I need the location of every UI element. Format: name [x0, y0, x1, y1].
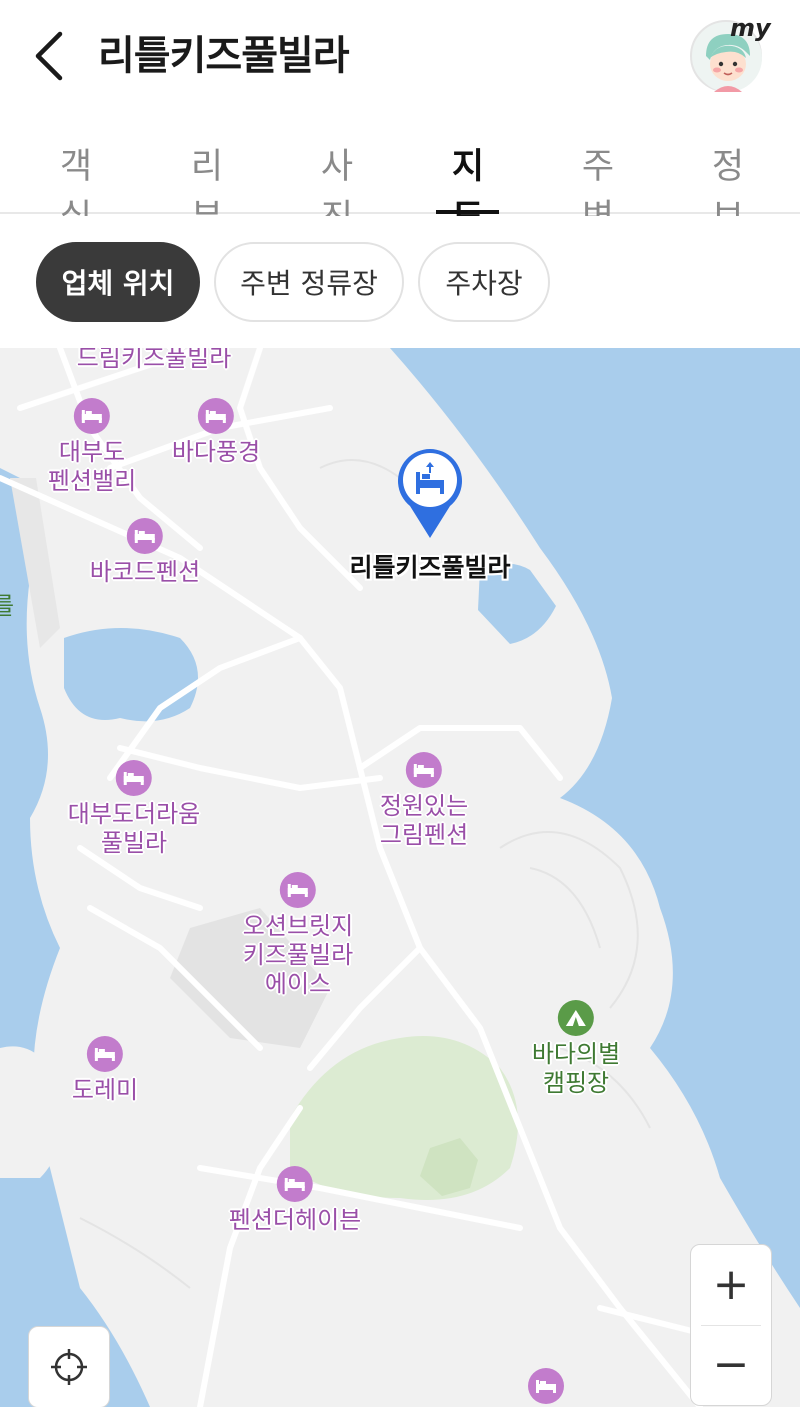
- avatar-badge: my: [730, 14, 771, 42]
- bed-icon: [197, 398, 234, 434]
- chip-nearby-stops[interactable]: 주변 정류장: [214, 242, 404, 322]
- header: 리틀키즈풀빌라 my: [0, 0, 800, 110]
- bed-icon: [73, 398, 110, 434]
- tab-reviews[interactable]: 리뷰: [175, 138, 239, 238]
- tab-nearby[interactable]: 주변: [566, 138, 630, 238]
- bed-icon: [280, 872, 316, 908]
- poi-daebudo-pension-valley[interactable]: 대부도 펜션밸리: [48, 398, 136, 496]
- poi-label: 드림키즈풀빌라: [76, 348, 232, 372]
- bed-icon: [127, 518, 163, 554]
- map-view[interactable]: 드림키즈풀빌라 대부도 펜션밸리 바다풍경 바코드펜션 대부도더라움 풀빌라 정…: [0, 348, 800, 1407]
- bed-icon: [87, 1036, 123, 1072]
- poi-label: 도레미: [71, 1076, 139, 1104]
- crosshair-icon: [51, 1349, 87, 1385]
- poi-label: 오션브릿지 키즈풀빌라 에이스: [242, 912, 354, 998]
- poi-label: 바코드펜션: [89, 558, 201, 586]
- poi-label: 펜션더헤이븐: [228, 1206, 362, 1234]
- poi-sea-star-campground[interactable]: 바다의별 캠핑장: [532, 1000, 620, 1098]
- bed-icon: [528, 1368, 564, 1404]
- poi-label: 정원있는 그림펜션: [379, 792, 469, 849]
- zoom-out-button[interactable]: −: [691, 1325, 771, 1405]
- plus-icon: +: [712, 1259, 750, 1310]
- map-filter-chips: 업체 위치 주변 정류장 주차장: [0, 216, 800, 348]
- bed-icon: [115, 760, 152, 796]
- map-edge-label: 를: [0, 592, 15, 620]
- back-button[interactable]: [28, 28, 78, 84]
- page-title: 리틀키즈풀빌라: [98, 33, 350, 79]
- chip-business-location[interactable]: 업체 위치: [36, 242, 200, 322]
- chip-label: 주차장: [445, 267, 523, 300]
- tab-info[interactable]: 정보: [696, 138, 760, 238]
- avatar[interactable]: my: [690, 14, 771, 92]
- active-tab-indicator: [436, 210, 499, 214]
- poi-label: 대부도더라움 풀빌라: [67, 800, 201, 857]
- poi-bada-punggyeong[interactable]: 바다풍경: [172, 398, 260, 467]
- poi-pension-the-haven[interactable]: 펜션더헤이븐: [229, 1166, 361, 1235]
- selected-place-marker[interactable]: [394, 444, 466, 540]
- tab-bar: 객실 리뷰 사진 지도 주변 정보: [0, 110, 800, 238]
- poi-dream-kids-pool-villa[interactable]: 드림키즈풀빌라: [77, 348, 232, 373]
- poi-bottom-lodging[interactable]: [528, 1368, 564, 1407]
- poi-label: 바다풍경: [171, 438, 261, 466]
- poi-label: 바다의별 캠핑장: [531, 1040, 621, 1097]
- poi-label: 대부도 펜션밸리: [47, 438, 137, 495]
- bed-icon: [276, 1166, 313, 1202]
- chip-parking[interactable]: 주차장: [418, 242, 550, 322]
- chevron-left-icon: [35, 31, 63, 81]
- poi-barcode-pension[interactable]: 바코드펜션: [90, 518, 200, 587]
- bed-icon: [405, 752, 442, 788]
- poi-ocean-bridge-kids-pool-villa-ace[interactable]: 오션브릿지 키즈풀빌라 에이스: [243, 872, 353, 999]
- poi-daebudo-deoraum-pool-villa[interactable]: 대부도더라움 풀빌라: [68, 760, 200, 858]
- poi-doremi[interactable]: 도레미: [72, 1036, 138, 1105]
- chip-label: 업체 위치: [61, 267, 175, 300]
- chip-label: 주변 정류장: [240, 267, 378, 300]
- current-location-button[interactable]: [28, 1326, 110, 1407]
- minus-icon: −: [712, 1339, 750, 1390]
- zoom-in-button[interactable]: +: [691, 1245, 771, 1325]
- tab-photos[interactable]: 사진: [305, 138, 369, 238]
- zoom-controls: + −: [690, 1244, 772, 1406]
- poi-garden-picture-pension[interactable]: 정원있는 그림펜션: [380, 752, 468, 850]
- tab-rooms[interactable]: 객실: [44, 138, 108, 238]
- lodging-pin-icon: [398, 449, 462, 538]
- tab-map[interactable]: 지도: [436, 138, 500, 238]
- selected-place-label: 리틀키즈풀빌라: [349, 553, 511, 582]
- tent-icon: [557, 1000, 594, 1036]
